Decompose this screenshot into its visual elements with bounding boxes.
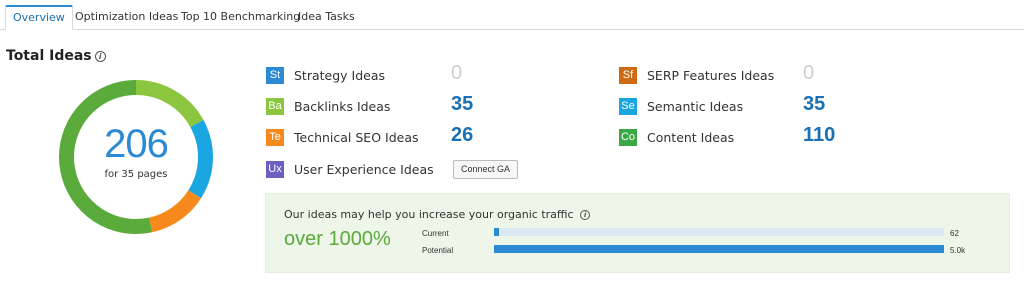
organic-traffic-panel: Our ideas may help you increase your org… — [265, 193, 1010, 273]
technical-seo-ideas-count[interactable]: 26 — [451, 124, 473, 147]
semantic-badge-icon: Se — [619, 98, 637, 115]
content-badge-icon: Co — [619, 129, 637, 146]
traffic-panel-title: Our ideas may help you increase your org… — [284, 208, 574, 221]
backlinks-ideas-label: Backlinks Ideas — [294, 99, 391, 114]
traffic-increase: over 1000% — [284, 228, 391, 250]
content-ideas-count[interactable]: 110 — [803, 124, 835, 147]
potential-traffic-label: Potential — [422, 246, 454, 255]
tab-optimization-ideas[interactable]: Optimization Ideas — [75, 5, 178, 30]
total-ideas-count: 206 — [104, 122, 169, 166]
semantic-ideas-count[interactable]: 35 — [803, 93, 825, 116]
user-experience-ideas-label: User Experience Ideas — [294, 162, 434, 177]
serp-features-ideas-count[interactable]: 0 — [803, 62, 814, 85]
backlinks-ideas-count[interactable]: 35 — [451, 93, 473, 116]
tab-top-10-benchmarking[interactable]: Top 10 Benchmarking — [181, 5, 300, 30]
current-traffic-fill — [494, 228, 500, 236]
potential-traffic-fill — [494, 245, 944, 253]
serp-features-badge-icon: Sf — [619, 67, 637, 84]
content-ideas-label: Content Ideas — [647, 130, 735, 145]
pages-count: for 35 pages — [104, 169, 168, 180]
technical-seo-badge-icon: Te — [266, 129, 284, 146]
technical-seo-ideas-label: Technical SEO Ideas — [294, 130, 419, 145]
strategy-ideas-label: Strategy Ideas — [294, 68, 386, 83]
connect-ga-button[interactable]: Connect GA — [453, 160, 518, 179]
donut-center: 206 for 35 pages — [58, 79, 214, 235]
total-ideas-heading: Total Ideas i — [6, 48, 106, 64]
current-traffic-value: 62 — [950, 229, 959, 238]
info-icon[interactable]: i — [580, 210, 591, 220]
tab-idea-tasks[interactable]: Idea Tasks — [298, 5, 355, 30]
backlinks-badge-icon: Ba — [266, 98, 284, 115]
info-icon[interactable]: i — [94, 51, 106, 62]
potential-traffic-value: 5.0k — [950, 246, 966, 255]
strategy-ideas-count[interactable]: 0 — [451, 62, 462, 85]
serp-features-ideas-label: SERP Features Ideas — [647, 68, 775, 83]
semantic-ideas-label: Semantic Ideas — [647, 99, 744, 114]
tab-bar: Overview Optimization Ideas Top 10 Bench… — [0, 0, 1024, 30]
user-experience-badge-icon: Ux — [266, 161, 284, 178]
traffic-panel-heading: Our ideas may help you increase your org… — [284, 208, 591, 221]
strategy-badge-icon: St — [266, 67, 284, 84]
tab-overview[interactable]: Overview — [5, 5, 73, 30]
current-traffic-bar — [494, 228, 944, 236]
total-ideas-title: Total Ideas — [6, 48, 92, 64]
potential-traffic-bar — [494, 245, 944, 253]
current-traffic-label: Current — [422, 229, 449, 238]
